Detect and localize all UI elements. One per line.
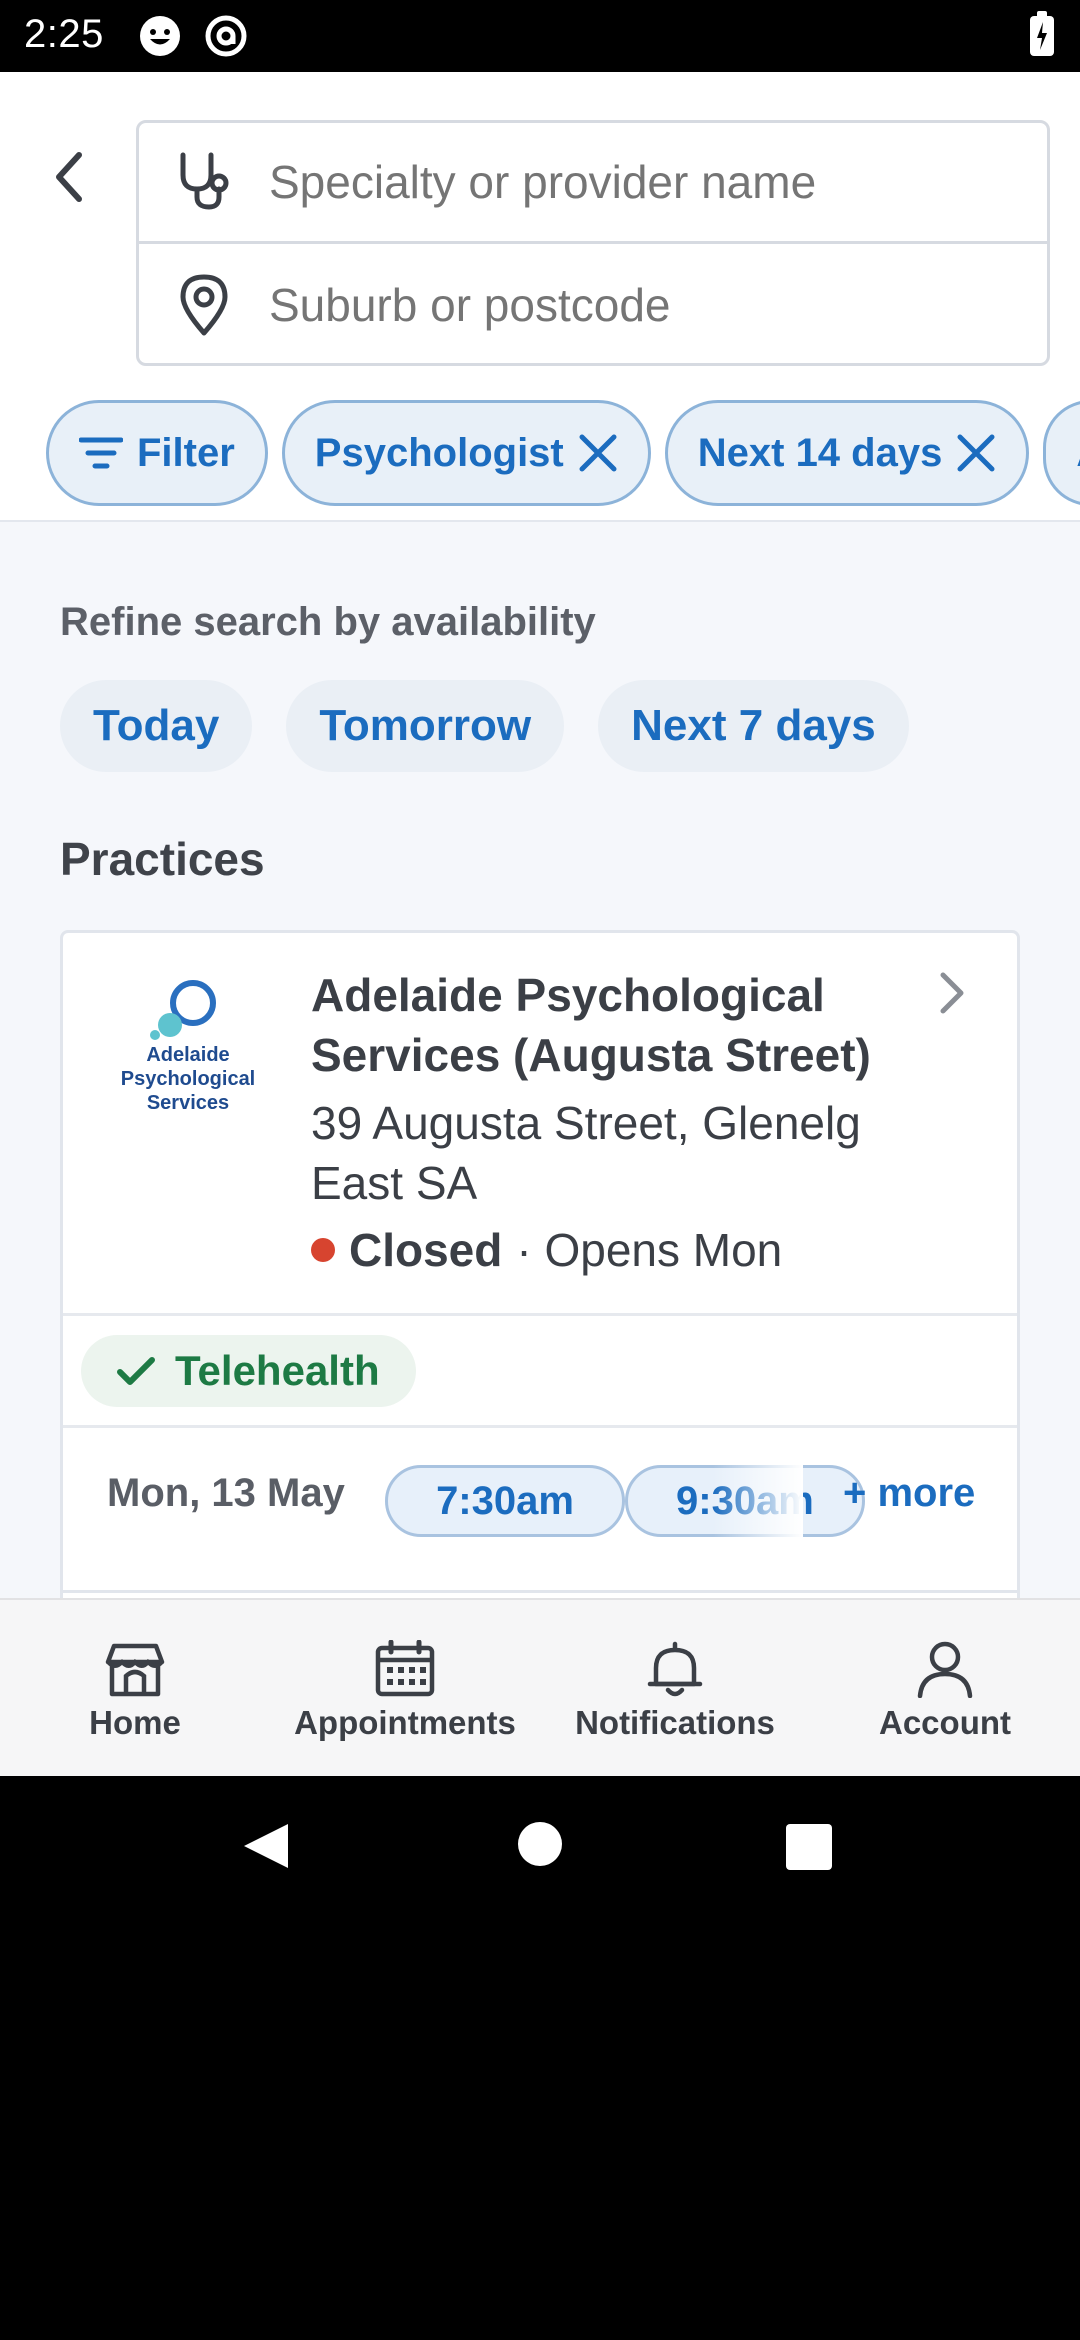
nav-account-label: Account [879, 1704, 1011, 1741]
status-bar: 2:25 [0, 0, 1080, 72]
status-dot [311, 1238, 335, 1262]
chevron-right-icon [940, 972, 964, 1014]
filter-chips: Filter Psychologist Next 14 days A [46, 400, 1080, 508]
psychologist-chip-label: Psychologist [314, 430, 564, 475]
practice-logo-mark [150, 980, 216, 1040]
availability-today[interactable]: Today [60, 680, 253, 772]
nav-home[interactable]: Home [0, 1600, 270, 1776]
telehealth-badge: Telehealth [81, 1335, 416, 1407]
date-range-chip-label: Next 14 days [697, 430, 943, 475]
home-icon [105, 1643, 165, 1697]
status-detail: · Opens Mon [516, 1224, 783, 1276]
location-search-input[interactable] [269, 277, 1009, 332]
at-sign-icon [205, 15, 247, 57]
bottom-nav: Home Appointments Notifications Account [0, 1598, 1080, 1776]
card-divider [63, 1425, 1017, 1428]
overflow-chip[interactable]: A [1043, 400, 1080, 506]
practice-name: Adelaide Psychological Services (Augusta… [311, 969, 871, 1081]
close-icon[interactable] [578, 433, 618, 473]
bell-icon [647, 1641, 703, 1697]
time-slot[interactable]: 7:30am [385, 1465, 625, 1537]
provider-search-row[interactable] [139, 123, 1047, 244]
practice-logo: Adelaide Psychological Services [113, 973, 273, 1133]
appointment-date: Mon, 13 May [107, 1471, 345, 1515]
overflow-chip-label: A [1076, 431, 1080, 476]
telehealth-label: Telehealth [175, 1347, 380, 1394]
system-recents-icon[interactable] [786, 1824, 832, 1870]
practice-status: Closed · Opens Mon [311, 1223, 782, 1277]
psychologist-chip[interactable]: Psychologist [281, 400, 651, 506]
battery-icon [1030, 11, 1054, 56]
practices-title: Practices [60, 833, 265, 885]
filter-chip[interactable]: Filter [46, 400, 268, 506]
provider-search-input[interactable] [269, 155, 1009, 209]
system-nav-bar [0, 1776, 1080, 1916]
search-header: Filter Psychologist Next 14 days A [0, 72, 1080, 522]
nav-notifications-label: Notifications [575, 1704, 775, 1741]
close-icon[interactable] [956, 433, 996, 473]
nav-appointments-label: Appointments [294, 1704, 516, 1741]
app-screen: Filter Psychologist Next 14 days A Refin… [0, 72, 1080, 1776]
system-back-icon[interactable] [240, 1820, 292, 1872]
nav-notifications[interactable]: Notifications [540, 1600, 810, 1776]
filter-lines-icon [79, 437, 123, 469]
more-slots-link[interactable]: + more [843, 1471, 975, 1516]
calendar-icon [375, 1640, 435, 1697]
back-button[interactable] [38, 142, 98, 212]
availability-next-7-days[interactable]: Next 7 days [598, 680, 909, 772]
availability-tomorrow[interactable]: Tomorrow [286, 680, 565, 772]
emoji-face-icon [140, 16, 180, 56]
nav-appointments[interactable]: Appointments [270, 1600, 540, 1776]
system-home-icon[interactable] [518, 1822, 562, 1866]
chevron-left-icon [56, 152, 82, 202]
refine-label: Refine search by availability [60, 600, 596, 644]
checkmark-icon [117, 1357, 155, 1385]
nav-account[interactable]: Account [810, 1600, 1080, 1776]
account-icon [917, 1641, 973, 1698]
search-box [136, 120, 1050, 366]
date-range-chip[interactable]: Next 14 days [664, 400, 1030, 506]
card-divider [63, 1313, 1017, 1316]
location-search-row[interactable] [139, 244, 1047, 365]
nav-home-label: Home [89, 1704, 181, 1741]
appointment-row: Mon, 13 May 7:30am 9:30am + more [63, 1441, 1017, 1561]
availability-options: Today Tomorrow Next 7 days [60, 680, 909, 772]
filter-chip-label: Filter [137, 430, 235, 475]
practice-logo-text: Adelaide Psychological Services [120, 1044, 256, 1114]
status-closed: Closed [349, 1224, 503, 1276]
practice-address: 39 Augusta Street, Glenelg East SA [311, 1097, 861, 1209]
stethoscope-icon [180, 152, 229, 210]
status-time: 2:25 [24, 12, 104, 56]
slot-fade [713, 1461, 803, 1541]
practice-card[interactable]: Adelaide Psychological Services Adelaide… [60, 930, 1020, 1632]
location-pin-icon [180, 274, 228, 335]
